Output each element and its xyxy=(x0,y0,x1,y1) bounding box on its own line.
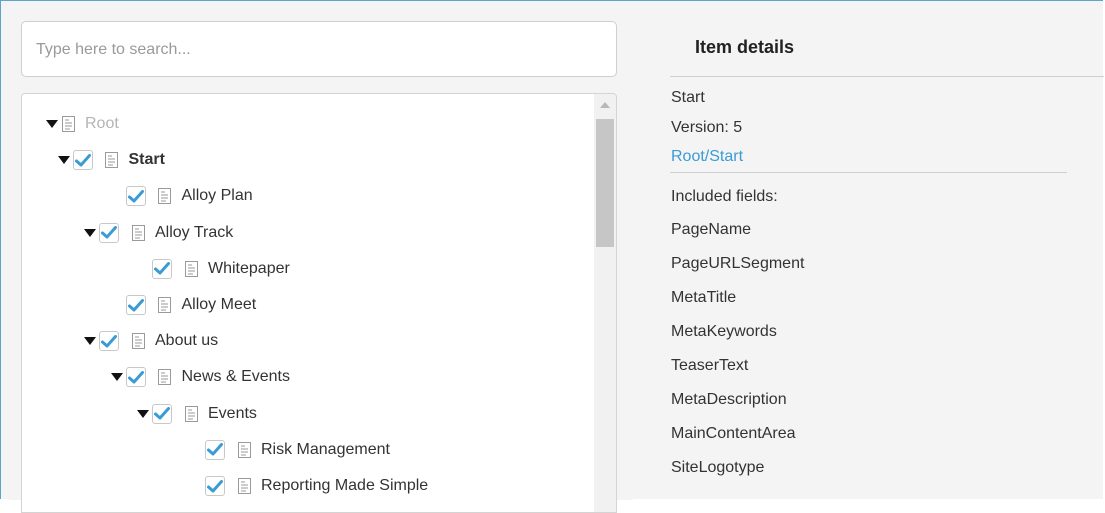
document-icon xyxy=(105,152,119,169)
tree-item[interactable]: Alloy Track xyxy=(84,218,233,248)
document-icon xyxy=(131,333,145,350)
tree-scrollbar[interactable] xyxy=(594,94,616,512)
tree-item-label: Start xyxy=(128,151,165,169)
tree-item[interactable]: Whitepaper xyxy=(152,254,290,284)
item-name: Start xyxy=(671,89,705,106)
left-panel: Root Start Alloy Plan Alloy Track Whitepaper… xyxy=(9,9,633,513)
tree-item[interactable]: Root xyxy=(46,109,119,139)
document-icon xyxy=(237,478,251,494)
included-field: SiteLogotype xyxy=(671,459,765,476)
tree-item[interactable]: Reporting Made Simple xyxy=(205,471,428,501)
tree-item-checkbox[interactable] xyxy=(205,439,225,460)
tree-item-label: Risk Management xyxy=(261,440,390,458)
tree-item[interactable]: About us xyxy=(84,326,218,356)
tree-item-label: News & Events xyxy=(181,368,290,386)
included-field: PageName xyxy=(671,221,752,238)
tree-item-checkbox[interactable] xyxy=(205,476,225,496)
tree-item-label: Events xyxy=(208,404,257,422)
item-path-link[interactable]: Root/Start xyxy=(671,148,743,166)
caret-down-icon[interactable] xyxy=(84,337,96,346)
included-field: PageURLSegment xyxy=(671,255,805,272)
tree-item[interactable]: Start xyxy=(57,145,165,175)
caret-down-icon[interactable] xyxy=(46,120,58,128)
tree-item-checkbox[interactable] xyxy=(125,367,146,388)
tree-item-checkbox[interactable] xyxy=(99,222,119,243)
included-field: MetaDescription xyxy=(671,391,787,408)
tree-item-label: About us xyxy=(155,332,219,350)
document-icon xyxy=(158,369,172,386)
tree-item-label: Alloy Meet xyxy=(181,296,257,313)
document-icon xyxy=(131,224,145,241)
caret-down-icon[interactable] xyxy=(110,373,123,382)
tree-item[interactable]: Alloy Plan xyxy=(125,181,253,211)
caret-down-icon[interactable] xyxy=(137,409,149,418)
document-icon xyxy=(158,297,172,313)
item-version: Version: 5 xyxy=(671,119,743,136)
document-icon xyxy=(184,405,198,422)
search-input[interactable] xyxy=(34,24,598,76)
tree-item[interactable]: Alloy Meet xyxy=(125,290,257,320)
tree-item-label: Whitepaper xyxy=(208,259,290,277)
page-tree: Root Start Alloy Plan Alloy Track Whitepaper… xyxy=(21,93,617,513)
included-field: TeaserText xyxy=(671,357,749,374)
tree-item-checkbox[interactable] xyxy=(152,403,172,424)
caret-down-icon[interactable] xyxy=(57,156,70,165)
tree-item-label: Reporting Made Simple xyxy=(261,477,429,494)
tree-item-label: Alloy Track xyxy=(155,223,234,241)
included-field: MetaKeywords xyxy=(671,323,777,340)
tree-item-checkbox[interactable] xyxy=(99,331,119,352)
included-field: MetaTitle xyxy=(671,289,737,306)
item-details-panel: Item details Start Version: 5 Root/Start… xyxy=(633,1,1104,500)
included-fields-label: Included fields: xyxy=(671,188,778,205)
document-icon xyxy=(158,188,172,205)
tree-item[interactable]: Events xyxy=(137,399,257,429)
document-icon xyxy=(237,441,251,458)
tree-item[interactable]: Risk Management xyxy=(205,435,390,465)
app-frame: Root Start Alloy Plan Alloy Track Whitepaper… xyxy=(0,0,1104,513)
divider xyxy=(670,76,1104,77)
divider xyxy=(670,172,1067,173)
tree-item-label: Alloy Plan xyxy=(181,187,253,205)
details-title: Item details xyxy=(695,37,795,57)
scroll-up-icon[interactable] xyxy=(600,102,610,108)
tree-item[interactable]: News & Events xyxy=(110,362,290,392)
scroll-thumb[interactable] xyxy=(596,119,614,247)
search-box[interactable] xyxy=(21,21,617,77)
tree-item-checkbox[interactable] xyxy=(152,258,172,279)
caret-down-icon[interactable] xyxy=(84,228,96,237)
tree-item-checkbox[interactable] xyxy=(125,295,146,315)
document-icon xyxy=(184,260,198,277)
tree-item-label: Root xyxy=(85,115,119,132)
tree-item-checkbox[interactable] xyxy=(72,150,93,171)
tree-item-checkbox[interactable] xyxy=(125,186,146,207)
document-icon xyxy=(61,116,75,132)
included-field: MainContentArea xyxy=(671,425,796,442)
